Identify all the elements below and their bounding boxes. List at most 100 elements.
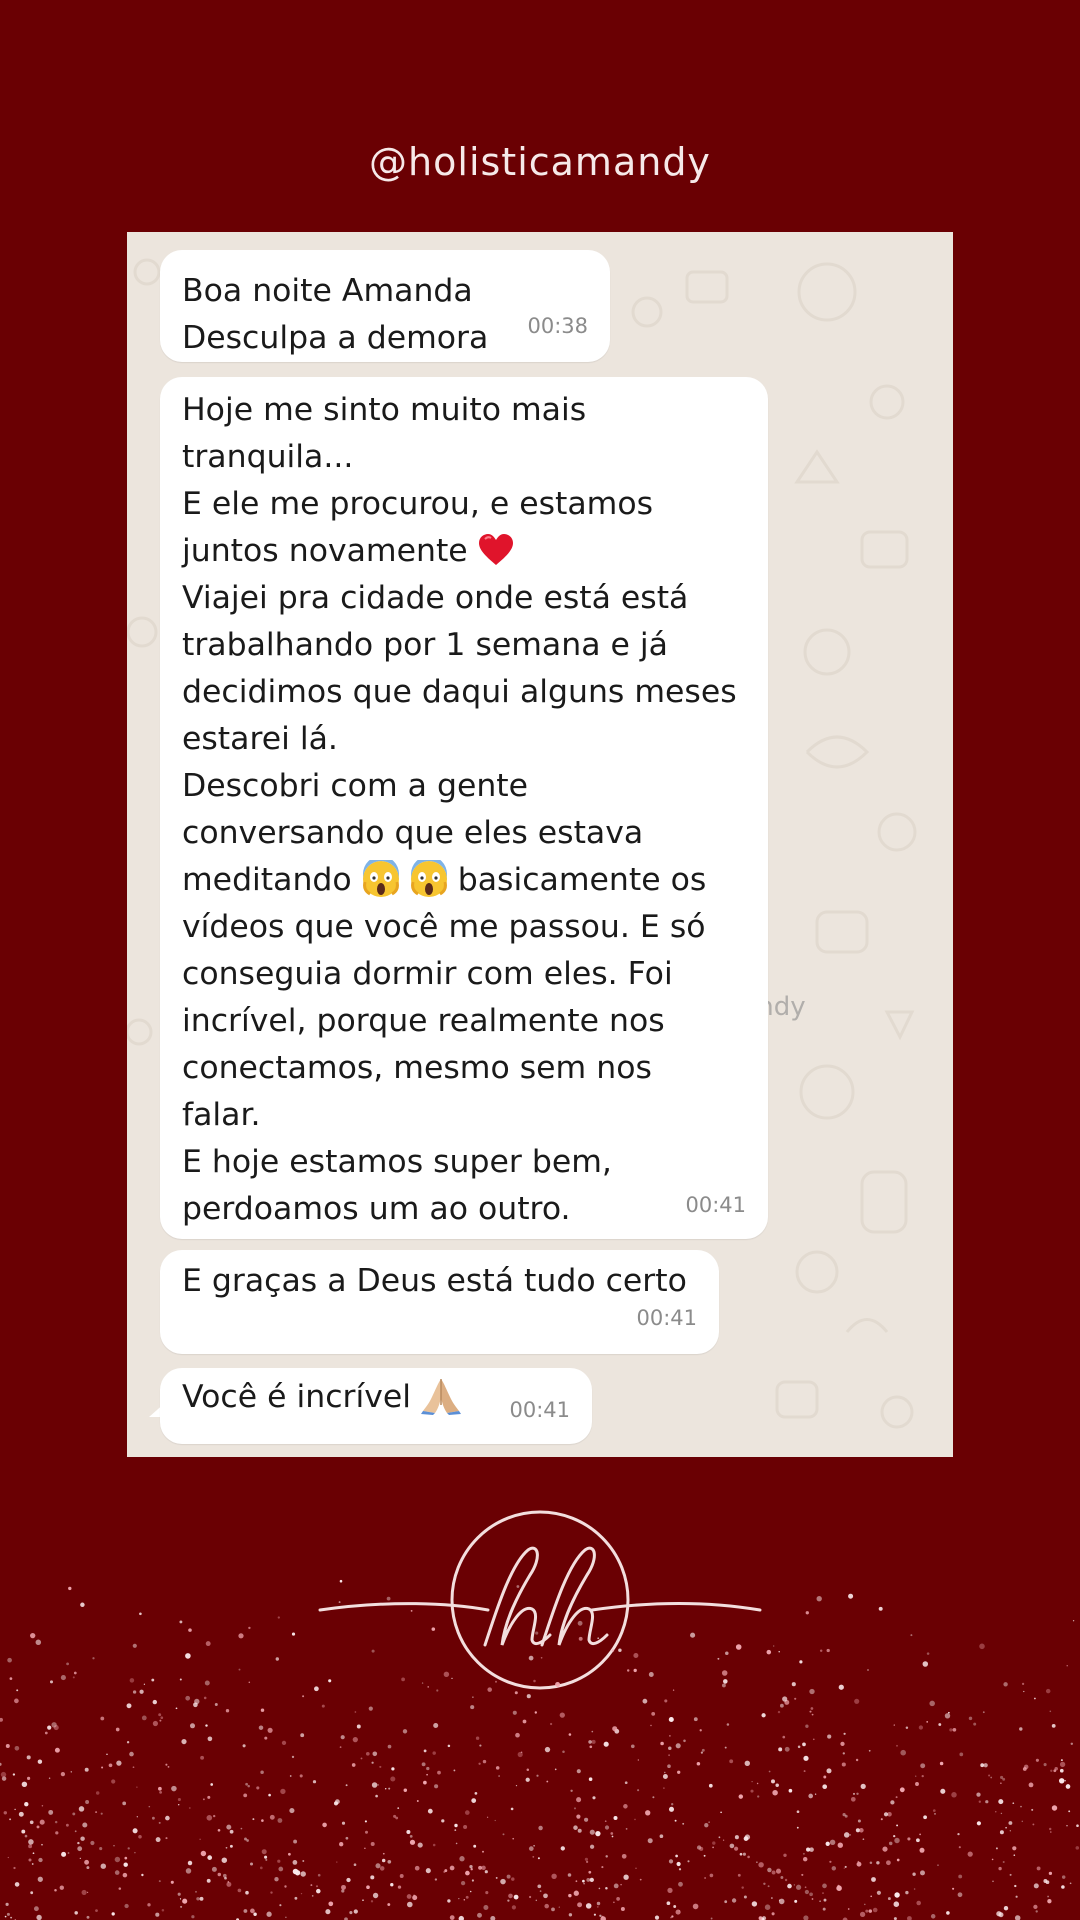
sparkle-dot xyxy=(1045,1880,1050,1885)
sparkle-dot xyxy=(155,1912,160,1917)
sparkle-dot xyxy=(0,1771,7,1778)
sparkle-dot xyxy=(597,1637,600,1640)
sparkle-dot xyxy=(245,1782,248,1786)
sparkle-dot xyxy=(812,1738,815,1741)
sparkle-dot xyxy=(500,1878,506,1885)
sparkle-dot xyxy=(737,1873,741,1877)
sparkle-dot xyxy=(731,1898,737,1903)
sparkle-dot xyxy=(668,1754,671,1757)
sparkle-dot xyxy=(515,1732,520,1738)
message-bubble[interactable]: Hoje me sinto muito mais tranquila... E … xyxy=(160,377,768,1239)
sparkle-dot xyxy=(139,1612,142,1616)
sparkle-dot xyxy=(823,1775,827,1779)
sparkle-dot xyxy=(1003,1682,1008,1687)
sparkle-dot xyxy=(495,1680,497,1683)
sparkle-dot xyxy=(766,1649,772,1655)
sparkle-dot xyxy=(277,1818,283,1823)
sparkle-dot xyxy=(793,1884,796,1886)
sparkle-dot xyxy=(277,1859,281,1863)
sparkle-dot xyxy=(980,1763,985,1768)
sparkle-dot xyxy=(576,1769,581,1774)
sparkle-dot xyxy=(289,1775,292,1777)
sparkle-dot xyxy=(397,1807,400,1809)
sparkle-dot xyxy=(768,1770,771,1773)
sparkle-dot xyxy=(365,1830,368,1834)
sparkle-dot xyxy=(417,1842,423,1848)
sparkle-dot xyxy=(495,1766,500,1770)
sparkle-dot xyxy=(370,1900,374,1903)
sparkle-dot xyxy=(106,1753,108,1756)
sparkle-dot xyxy=(976,1821,981,1826)
sparkle-dot xyxy=(670,1916,672,1919)
sparkle-dot xyxy=(410,1609,413,1612)
sparkle-dot xyxy=(447,1899,451,1903)
sparkle-dot xyxy=(1012,1846,1017,1851)
sparkle-dot xyxy=(409,1835,413,1838)
sparkle-dot xyxy=(623,1874,629,1880)
sparkle-dot xyxy=(878,1606,883,1611)
sparkle-dot xyxy=(427,1686,429,1688)
sparkle-dot xyxy=(899,1787,905,1793)
sparkle-dot xyxy=(992,1880,994,1883)
message-text: Você é incrível xyxy=(182,1379,411,1415)
sparkle-dot xyxy=(854,1698,860,1704)
sparkle-dot xyxy=(849,1834,851,1836)
sparkle-dot xyxy=(539,1890,542,1892)
sparkle-dot xyxy=(122,1872,128,1878)
sparkle-dot xyxy=(915,1782,919,1786)
sparkle-dot xyxy=(982,1711,985,1714)
sparkle-dot xyxy=(371,1761,374,1764)
sparkle-dot xyxy=(7,1856,9,1859)
sparkle-dot xyxy=(155,1837,161,1843)
message-bubble[interactable]: Você é incrível 00:41 xyxy=(160,1368,592,1444)
sparkle-dot xyxy=(136,1816,138,1818)
sparkle-dot xyxy=(158,1786,162,1791)
sparkle-dot xyxy=(21,1781,28,1788)
sparkle-dot xyxy=(1014,1884,1017,1888)
sparkle-dot xyxy=(288,1852,291,1856)
sparkle-dot xyxy=(1048,1871,1053,1876)
sparkle-dot xyxy=(611,1835,614,1838)
sparkle-dot xyxy=(95,1909,98,1912)
sparkle-dot xyxy=(406,1894,412,1899)
sparkle-dot xyxy=(377,1784,379,1786)
sparkle-dot xyxy=(434,1878,438,1881)
message-bubble[interactable]: E graças a Deus está tudo certo 00:41 xyxy=(160,1250,719,1354)
sparkle-dot xyxy=(333,1801,339,1806)
sparkle-dot xyxy=(620,1883,622,1886)
sparkle-dot xyxy=(666,1901,671,1906)
message-timestamp: 00:38 xyxy=(527,314,588,338)
sparkle-dot xyxy=(729,1843,735,1849)
sparkle-dot xyxy=(605,1855,608,1858)
sparkle-dot xyxy=(586,1877,591,1882)
sparkle-dot xyxy=(788,1788,793,1793)
sparkle-dot xyxy=(325,1909,331,1915)
sparkle-dot xyxy=(471,1798,477,1803)
sparkle-dot xyxy=(194,1698,200,1705)
sparkle-dot xyxy=(177,1803,180,1806)
sparkle-dot xyxy=(738,1794,744,1799)
sparkle-dot xyxy=(1009,1873,1012,1876)
sparkle-dot xyxy=(482,1850,484,1853)
screaming-face-icon xyxy=(362,860,399,897)
sparkle-dot xyxy=(487,1687,492,1692)
sparkle-dot xyxy=(584,1857,589,1861)
sparkle-dot xyxy=(248,1681,251,1684)
sparkle-dot xyxy=(177,1797,181,1802)
sparkle-dot xyxy=(82,1822,88,1828)
sparkle-dot xyxy=(386,1596,391,1601)
sparkle-dot xyxy=(829,1839,836,1846)
sparkle-dot xyxy=(957,1832,960,1836)
sparkle-dot xyxy=(124,1903,129,1909)
sparkle-dot xyxy=(431,1627,436,1631)
sparkle-dot xyxy=(757,1795,760,1798)
message-bubble[interactable]: Boa noite Amanda Desculpa a demora 00:38 xyxy=(160,250,610,362)
sparkle-dot xyxy=(926,1721,929,1723)
sparkle-dot xyxy=(207,1736,213,1742)
sparkle-dot xyxy=(829,1860,832,1863)
sparkle-dot xyxy=(958,1846,961,1849)
sparkle-dot xyxy=(940,1788,946,1794)
sparkle-dot xyxy=(588,1740,592,1744)
sparkle-dot xyxy=(771,1912,775,1916)
sparkle-dot xyxy=(763,1882,766,1886)
